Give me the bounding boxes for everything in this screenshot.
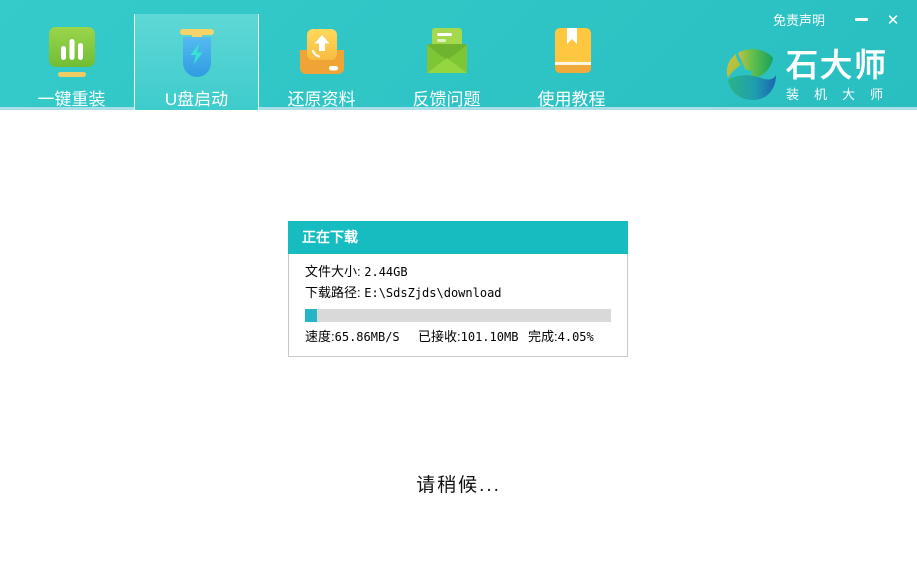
logo-subtitle: 装机大师 xyxy=(786,84,898,103)
disclaimer-link[interactable]: 免责声明 xyxy=(773,10,825,29)
mail-icon xyxy=(419,26,475,78)
logo-title: 石大师 xyxy=(786,49,898,82)
restore-tray-icon xyxy=(294,26,350,78)
tab-feedback[interactable]: 反馈问题 xyxy=(384,0,509,110)
tab-usb-boot[interactable]: U盘启动 xyxy=(134,14,259,110)
tab-tutorial[interactable]: 使用教程 xyxy=(509,0,634,110)
tab-restore-data[interactable]: 还原资料 xyxy=(259,0,384,110)
dialog-body: 文件大小: 2.44GB 下载路径: E:\SdsZjds\download 速… xyxy=(288,254,628,357)
logo-leaf-icon xyxy=(725,49,777,105)
speed-stat: 速度:65.86MB/S xyxy=(305,330,418,344)
app-logo: 石大师 装机大师 xyxy=(725,49,898,105)
tab-label: 使用教程 xyxy=(538,85,606,110)
nav-tabs: 一键重装 U盘启动 xyxy=(9,0,634,110)
download-path-label: 下载路径: xyxy=(305,285,361,300)
download-dialog: 正在下载 文件大小: 2.44GB 下载路径: E:\SdsZjds\downl… xyxy=(288,221,628,357)
file-size-value: 2.44GB xyxy=(364,265,407,279)
done-stat: 完成:4.05% xyxy=(528,330,611,344)
please-wait-text: 请稍候... xyxy=(0,470,917,497)
usb-shield-icon xyxy=(169,26,225,78)
download-stats-row: 速度:65.86MB/S 已接收:101.10MB 完成:4.05% xyxy=(305,330,611,344)
main-content: 正在下载 文件大小: 2.44GB 下载路径: E:\SdsZjds\downl… xyxy=(0,110,917,575)
logo-text: 石大师 装机大师 xyxy=(786,49,898,103)
bar-chart-icon xyxy=(44,26,100,78)
file-size-row: 文件大小: 2.44GB xyxy=(305,265,611,279)
progress-bar xyxy=(305,309,611,322)
download-path-row: 下载路径: E:\SdsZjds\download xyxy=(305,286,611,300)
tab-one-key-reinstall[interactable]: 一键重装 xyxy=(9,0,134,110)
app-header: 一键重装 U盘启动 xyxy=(0,0,917,110)
close-button[interactable]: ✕ xyxy=(883,11,903,29)
file-size-label: 文件大小: xyxy=(305,264,361,279)
titlebar-controls: 免责声明 ✕ xyxy=(773,10,903,29)
dialog-title: 正在下载 xyxy=(288,221,628,254)
close-icon: ✕ xyxy=(887,11,900,29)
tab-label: 反馈问题 xyxy=(413,85,481,110)
tab-label: U盘启动 xyxy=(165,85,228,110)
app-window: 一键重装 U盘启动 xyxy=(0,0,917,578)
download-path-value: E:\SdsZjds\download xyxy=(364,286,501,300)
minimize-button[interactable] xyxy=(851,11,871,29)
book-icon xyxy=(544,26,600,78)
tab-label: 一键重装 xyxy=(38,85,106,110)
minimize-icon xyxy=(855,18,868,21)
received-stat: 已接收:101.10MB xyxy=(418,330,528,344)
tab-label: 还原资料 xyxy=(288,85,356,110)
progress-fill xyxy=(305,309,317,322)
